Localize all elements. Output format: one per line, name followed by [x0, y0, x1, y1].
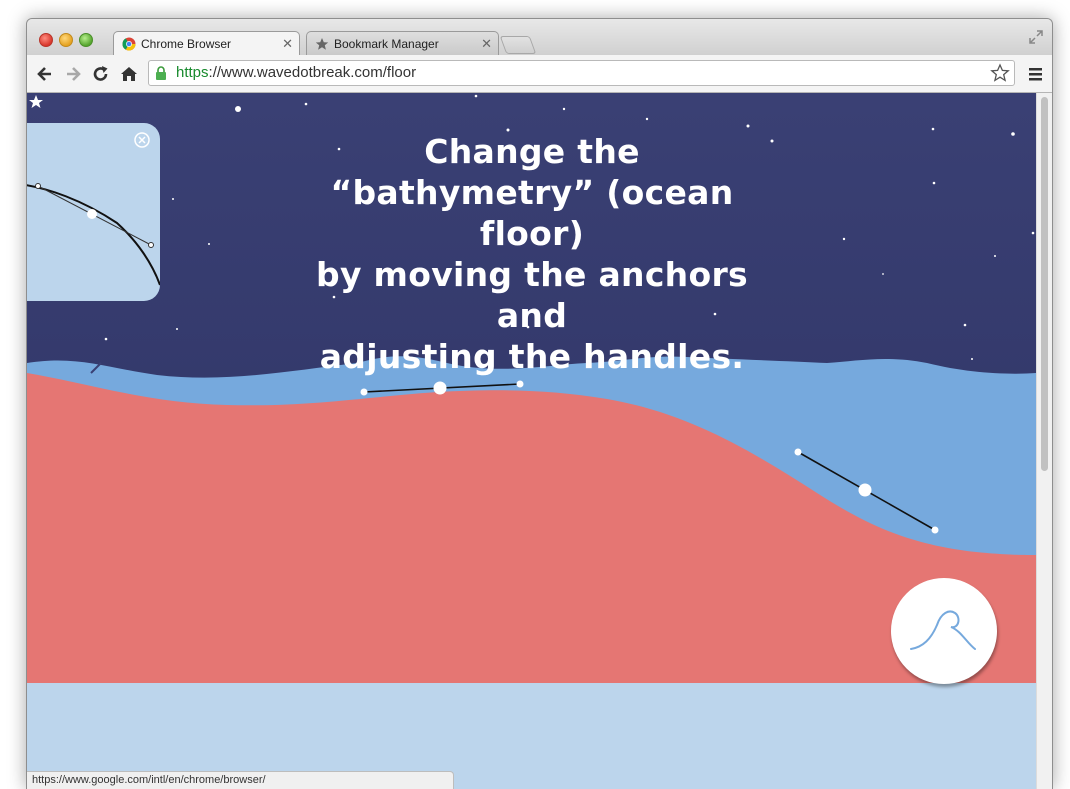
lock-icon: [156, 66, 166, 80]
fullscreen-icon[interactable]: [1028, 29, 1044, 45]
menu-icon[interactable]: [1026, 64, 1046, 84]
reload-icon[interactable]: [91, 64, 111, 84]
url-scheme: https: [176, 64, 209, 81]
curve-example-illustration: [27, 183, 160, 286]
wave-icon: [910, 610, 976, 650]
back-icon[interactable]: [35, 64, 55, 84]
home-icon[interactable]: [119, 64, 139, 84]
headline-line: “bathymetry” (ocean floor): [330, 173, 734, 253]
bookmark-star-icon[interactable]: [990, 63, 1010, 83]
tab-close-icon[interactable]: ✕: [481, 32, 492, 56]
zoom-window-button[interactable]: [79, 33, 93, 47]
chrome-icon: [122, 37, 136, 51]
tab-strip: Chrome Browser ✕ Bookmark Manager ✕: [27, 19, 1052, 55]
wave-button[interactable]: [891, 578, 997, 684]
close-window-button[interactable]: [39, 33, 53, 47]
close-icon[interactable]: [134, 132, 150, 148]
scrollbar-thumb[interactable]: [1041, 97, 1048, 471]
toolbar: https://www.wavedotbreak.com/floor: [27, 55, 1052, 93]
minimize-window-button[interactable]: [59, 33, 73, 47]
headline-line: Change the: [424, 132, 640, 171]
tab-label: Chrome Browser: [141, 37, 232, 51]
status-bar: https://www.google.com/intl/en/chrome/br…: [27, 771, 454, 789]
star-icon: [315, 38, 329, 50]
forward-icon[interactable]: [63, 64, 83, 84]
page-viewport: Change the “bathymetry” (ocean floor) by…: [27, 93, 1036, 789]
browser-window: Chrome Browser ✕ Bookmark Manager ✕ http…: [26, 18, 1053, 789]
tab-bookmark-manager[interactable]: Bookmark Manager ✕: [306, 31, 499, 55]
vertical-scrollbar[interactable]: [1036, 93, 1052, 789]
tab-close-icon[interactable]: ✕: [282, 32, 293, 56]
headline-line: by moving the anchors and: [316, 255, 748, 335]
new-tab-button[interactable]: [499, 36, 537, 54]
url-text: https://www.wavedotbreak.com/floor: [176, 61, 416, 85]
url-path: ://www.wavedotbreak.com/floor: [208, 64, 417, 81]
instruction-headline: Change the “bathymetry” (ocean floor) by…: [282, 131, 782, 377]
tab-label: Bookmark Manager: [334, 37, 439, 51]
headline-line: adjusting the handles.: [319, 337, 745, 376]
address-bar[interactable]: https://www.wavedotbreak.com/floor: [148, 60, 1015, 86]
curve-example-panel: [27, 123, 160, 301]
tab-chrome-browser[interactable]: Chrome Browser ✕: [113, 31, 300, 55]
